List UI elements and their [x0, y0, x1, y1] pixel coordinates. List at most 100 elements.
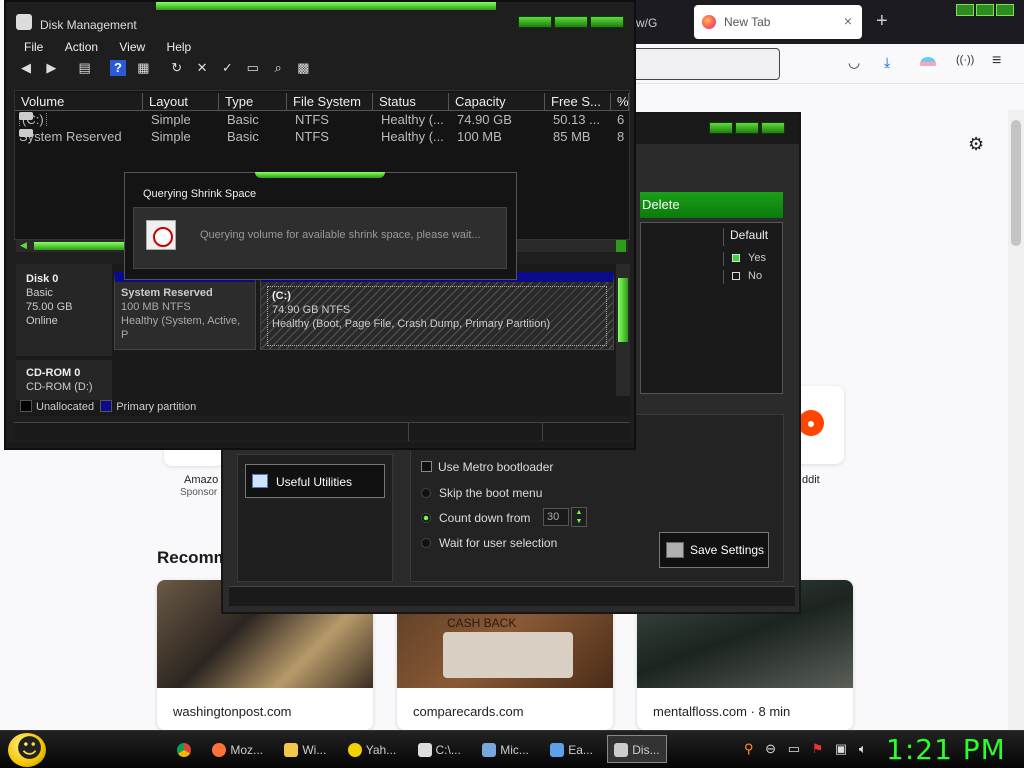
boot-entry-list[interactable] [640, 222, 783, 394]
minus-circle-icon[interactable]: ⊖ [765, 741, 776, 757]
volume-fs: NTFS [295, 112, 329, 127]
taskbar-command-prompt[interactable]: C:\... [411, 735, 468, 763]
unallocated-swatch [20, 400, 32, 412]
column-header-volume[interactable]: Volume [15, 93, 143, 111]
browser-tab-partial[interactable]: w/G [630, 8, 694, 38]
wait-user-selection-radio[interactable]: Wait for user selection [421, 536, 557, 550]
story-source: washingtonpost.com [173, 704, 292, 719]
column-header-capacity[interactable]: Capacity [449, 93, 545, 111]
countdown-input[interactable]: 30 [543, 508, 569, 526]
window-controls[interactable] [516, 16, 624, 31]
grid-icon[interactable]: ▩ [295, 60, 311, 76]
volume-capacity: 100 MB [457, 129, 502, 144]
url-bar[interactable] [632, 48, 780, 80]
vertical-scrollbar[interactable] [616, 264, 630, 396]
column-header-status[interactable]: Status [373, 93, 449, 111]
disk-size: 75.00 GB [26, 301, 73, 313]
delete-tab[interactable]: Delete [640, 192, 783, 218]
search-icon[interactable]: ⚲ [744, 741, 754, 757]
properties-icon[interactable]: ▦ [135, 60, 151, 76]
gear-icon[interactable]: ⚙ [968, 134, 984, 155]
console-icon[interactable]: ▤ [77, 60, 93, 76]
checkbox[interactable] [732, 272, 740, 281]
search-icon[interactable]: ⌕ [270, 60, 286, 76]
network-icon[interactable]: ▣ [835, 741, 847, 757]
taskbar-apps: Moz... Wi... Yah... C:\... Mic... Ea... … [170, 735, 671, 765]
partition-system-reserved[interactable]: System Reserved 100 MB NTFS Healthy (Sys… [114, 272, 256, 350]
menu-view[interactable]: View [119, 40, 145, 54]
taskbar-microsoft[interactable]: Mic... [475, 735, 536, 763]
notes-icon[interactable]: ▭ [788, 741, 800, 757]
partition-c[interactable]: (C:) 74.90 GB NTFS Healthy (Boot, Page F… [260, 272, 614, 350]
volume-icon[interactable]: 🔈︎ [859, 741, 867, 757]
disk-state: Online [26, 315, 58, 327]
count-down-radio[interactable]: Count down from [421, 511, 530, 525]
table-row[interactable]: System Reserved Simple Basic NTFS Health… [15, 129, 629, 146]
window-controls[interactable] [707, 122, 785, 137]
scroll-left-icon[interactable]: ◀ [20, 240, 30, 252]
taskbar-yahoo[interactable]: Yah... [341, 735, 403, 763]
cdrom-name: CD-ROM 0 [26, 367, 81, 379]
save-settings-button[interactable]: Save Settings [659, 532, 769, 568]
volume-percent: 6 [617, 112, 625, 127]
countdown-stepper[interactable]: ▲ ▼ [571, 507, 587, 527]
useful-utilities-button[interactable]: Useful Utilities [245, 464, 385, 498]
pocket-icon[interactable]: ◡ [848, 54, 860, 71]
list-item[interactable]: No [723, 270, 777, 284]
volume-free: 50.13 ... [553, 112, 600, 127]
column-header-free-space[interactable]: Free S... [545, 93, 611, 111]
cdrom-0-label[interactable]: CD-ROM 0 CD-ROM (D:) [16, 360, 112, 400]
check-icon[interactable]: ✓ [219, 60, 235, 76]
scroll-thumb[interactable] [618, 278, 628, 342]
disk-0-label[interactable]: Disk 0 Basic 75.00 GB Online [16, 264, 112, 356]
column-header-layout[interactable]: Layout [143, 93, 219, 111]
action-center-icon[interactable]: ⚑ [812, 741, 824, 757]
disk-type: Basic [26, 287, 53, 299]
column-header-default[interactable]: Default [723, 228, 777, 246]
column-header-percent[interactable]: % [611, 93, 629, 111]
taskbar-disk-management[interactable]: Dis... [607, 735, 667, 763]
disk-management-icon [16, 14, 32, 30]
list-item[interactable]: Yes [723, 252, 777, 266]
open-folder-icon[interactable]: ▭ [245, 60, 261, 76]
start-button[interactable] [8, 733, 46, 767]
metro-bootloader-checkbox[interactable]: Use Metro bootloader [421, 460, 553, 474]
folder-icon [284, 743, 299, 757]
delete-icon[interactable]: ✕ [194, 60, 210, 76]
partition-legend: Unallocated Primary partition [20, 400, 196, 413]
help-icon[interactable]: ? [110, 60, 127, 76]
scroll-thumb[interactable] [34, 242, 128, 250]
column-header-file-system[interactable]: File System [287, 93, 373, 111]
taskbar-windows-explorer[interactable]: Wi... [277, 735, 333, 763]
tab-title: New Tab [724, 15, 771, 29]
table-row[interactable]: (C:) Simple Basic NTFS Healthy (... 74.9… [15, 112, 629, 129]
extension-icon-2[interactable]: ((·)) [956, 54, 974, 66]
extension-icon[interactable] [920, 57, 936, 71]
partition-status: Healthy (System, Active, P [121, 315, 241, 341]
menu-icon[interactable]: ≡ [992, 52, 1001, 70]
skip-boot-menu-radio[interactable]: Skip the boot menu [421, 486, 542, 500]
back-arrow-icon[interactable]: ◀ [18, 60, 34, 76]
taskbar-firefox[interactable]: Moz... [205, 735, 270, 763]
story-source: comparecards.com [413, 704, 524, 719]
taskbar-chrome[interactable] [170, 735, 198, 763]
new-tab-button[interactable]: + [876, 10, 888, 33]
scroll-right-icon[interactable] [616, 240, 626, 252]
settings-app-icon [482, 743, 497, 757]
column-header-type[interactable]: Type [219, 93, 287, 111]
partition-size: 74.90 GB NTFS [272, 304, 351, 316]
close-tab-icon[interactable]: × [844, 13, 852, 29]
browser-scroll-thumb[interactable] [1011, 120, 1021, 246]
browser-window-controls[interactable] [956, 4, 1020, 20]
taskbar-easy[interactable]: Ea... [543, 735, 600, 763]
browser-tab-new-tab[interactable]: New Tab × [694, 5, 862, 39]
menu-help[interactable]: Help [167, 40, 192, 54]
checkbox[interactable] [732, 254, 740, 263]
refresh-icon[interactable]: ↻ [169, 60, 185, 76]
menu-action[interactable]: Action [65, 40, 98, 54]
menu-file[interactable]: File [24, 40, 43, 54]
forward-arrow-icon[interactable]: ▶ [43, 60, 59, 76]
clock[interactable]: 1:21 PM [886, 733, 1006, 766]
download-icon[interactable]: ⤓ [884, 54, 890, 71]
dialog-body: Querying volume for available shrink spa… [133, 207, 507, 269]
